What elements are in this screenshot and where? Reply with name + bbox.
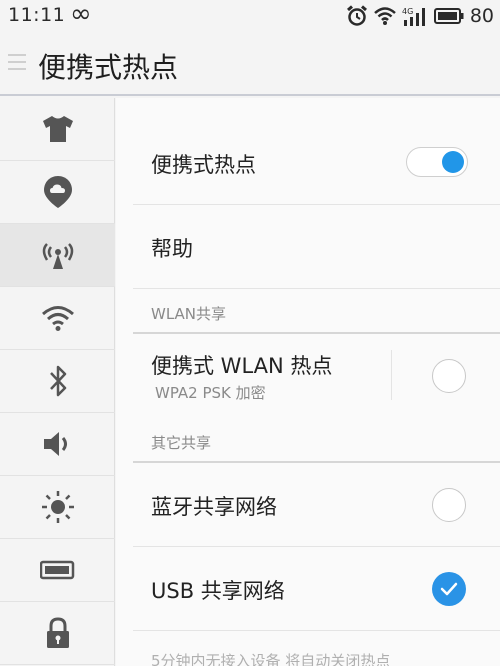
volume-icon [43, 432, 67, 456]
menu-icon[interactable] [8, 54, 26, 74]
status-bar: 11:11 ∞ 4G 80 [0, 0, 500, 32]
net-label: 4G [402, 7, 413, 16]
hotspot-icon [42, 243, 73, 269]
brightness-icon [41, 491, 74, 523]
hotspot-toggle[interactable] [406, 147, 468, 177]
usb-share-radio[interactable] [432, 572, 466, 606]
battery-icon [39, 560, 74, 580]
wlan-hotspot-label: 便携式 WLAN 热点 [151, 354, 333, 378]
sidebar-item-hotspot[interactable] [0, 224, 115, 287]
hotspot-label: 便携式热点 [151, 153, 256, 177]
sidebar [0, 98, 115, 666]
page-title: 便携式热点 [38, 51, 179, 84]
status-icons: 4G 80 [346, 5, 494, 27]
tshirt-icon [42, 116, 73, 142]
sidebar-item-wifi[interactable] [0, 287, 115, 350]
wlan-section-header: WLAN共享 [133, 289, 500, 334]
alarm-icon [346, 5, 367, 26]
sidebar-item-security[interactable] [0, 602, 115, 665]
other-section-header: 其它共享 [133, 418, 500, 463]
usb-share-row[interactable]: USB 共享网络 [133, 547, 500, 631]
wlan-hotspot-radio[interactable] [432, 359, 466, 393]
bluetooth-share-row[interactable]: 蓝牙共享网络 [133, 463, 500, 547]
bluetooth-share-radio[interactable] [432, 488, 466, 522]
checkmark-icon [440, 582, 458, 596]
help-label: 帮助 [151, 237, 193, 261]
sidebar-item-bluetooth[interactable] [0, 350, 115, 413]
bluetooth-icon [49, 365, 66, 397]
sidebar-item-volume[interactable] [0, 413, 115, 476]
wifi-status-icon [373, 7, 396, 25]
wlan-hotspot-row[interactable]: 便携式 WLAN 热点 WPA2 PSK 加密 [133, 334, 500, 418]
settings-panel: 便携式热点 帮助 WLAN共享 便携式 WLAN 热点 WPA2 PSK 加密 … [116, 98, 500, 666]
sidebar-item-display[interactable] [0, 476, 115, 539]
divider [391, 350, 392, 400]
infinity-icon: ∞ [70, 0, 92, 29]
sidebar-item-cloud[interactable] [0, 161, 115, 224]
status-time: 11:11 [8, 4, 66, 26]
app-bar: 便携式热点 [0, 32, 500, 96]
toggle-knob [442, 151, 464, 173]
help-row[interactable]: 帮助 [133, 205, 500, 289]
signal-4g-icon: 4G [402, 7, 425, 26]
battery-status-icon [433, 8, 464, 24]
sidebar-item-battery[interactable] [0, 539, 115, 602]
wlan-encryption-label: WPA2 PSK 加密 [155, 384, 266, 402]
usb-share-label: USB 共享网络 [151, 579, 285, 603]
wifi-icon [41, 306, 74, 331]
sidebar-item-theme[interactable] [0, 98, 115, 161]
bluetooth-share-label: 蓝牙共享网络 [151, 495, 277, 519]
other-section-label: 其它共享 [151, 434, 212, 452]
wlan-section-label: WLAN共享 [151, 305, 227, 323]
cloud-location-icon [43, 176, 72, 208]
battery-percentage: 80 [469, 5, 494, 27]
hotspot-row[interactable]: 便携式热点 [133, 98, 500, 205]
auto-off-note: 5分钟内无接入设备 将自动关闭热点 [151, 652, 391, 666]
lock-icon [46, 617, 69, 648]
